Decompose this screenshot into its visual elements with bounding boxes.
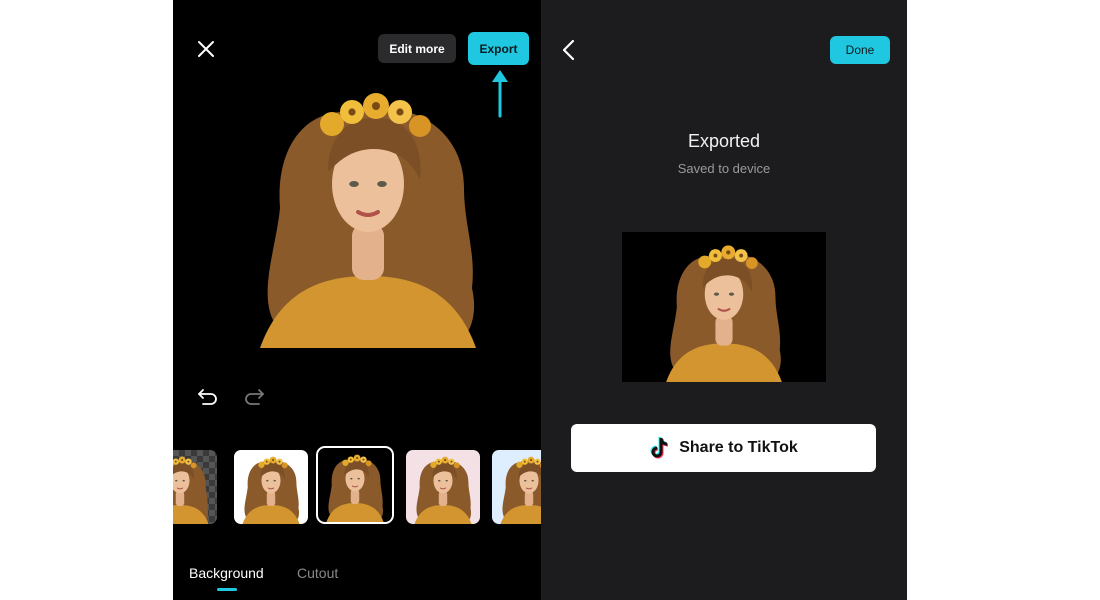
exported-image-preview [622, 232, 826, 386]
thumbnail-blue[interactable] [492, 450, 541, 524]
tiktok-icon [650, 436, 669, 459]
background-thumbnail-strip [173, 446, 541, 530]
editor-screen: Edit more Export Background Cutout [173, 0, 541, 600]
thumbnail-pink[interactable] [406, 450, 480, 524]
share-button-label: Share to TikTok [679, 439, 798, 456]
portrait-image [258, 91, 478, 348]
close-icon[interactable] [195, 38, 217, 60]
active-tab-indicator [217, 588, 237, 591]
done-button[interactable]: Done [830, 36, 890, 64]
back-chevron-icon[interactable] [561, 38, 577, 62]
thumbnail-white[interactable] [234, 450, 308, 524]
export-status-subtitle: Saved to device [677, 161, 771, 176]
export-status-title: Exported [687, 131, 761, 151]
share-to-tiktok-button[interactable]: Share to TikTok [571, 424, 876, 472]
tab-cutout[interactable]: Cutout [297, 565, 338, 581]
export-button[interactable]: Export [468, 32, 529, 65]
export-result-screen: Done Exported Saved to device Share to T… [541, 0, 907, 600]
undo-icon[interactable] [197, 385, 219, 405]
thumbnail-black-selected[interactable] [316, 446, 394, 524]
edit-more-button[interactable]: Edit more [378, 34, 456, 63]
tab-background[interactable]: Background [189, 565, 264, 581]
redo-icon[interactable] [243, 385, 265, 405]
thumbnail-transparent[interactable] [173, 450, 217, 524]
